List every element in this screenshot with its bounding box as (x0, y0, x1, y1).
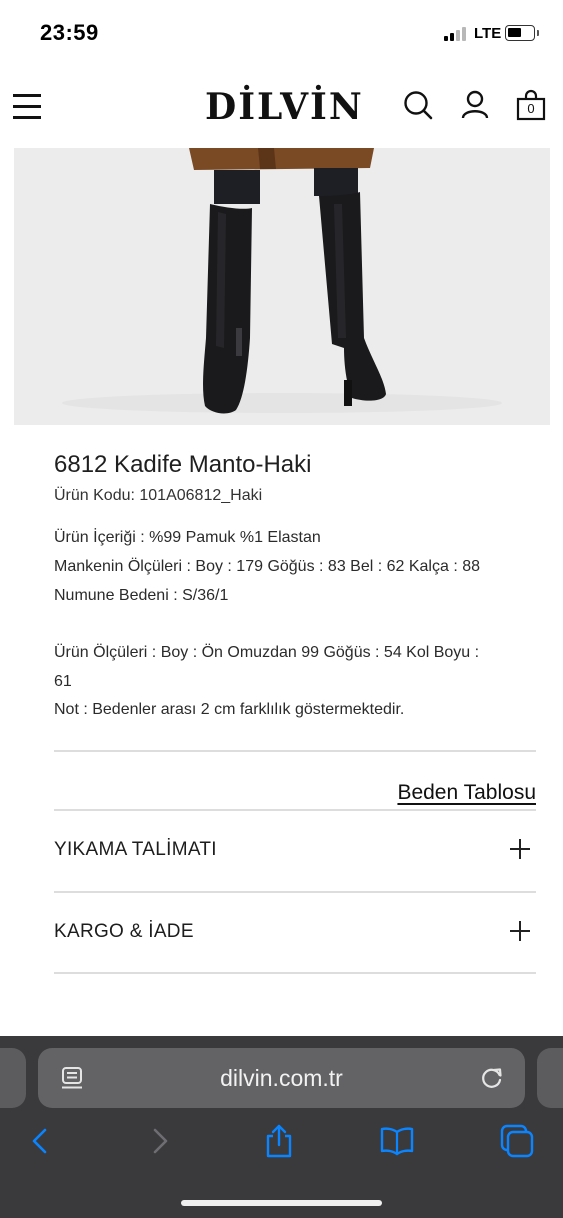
tabs-icon[interactable] (499, 1123, 535, 1159)
cart-count: 0 (527, 101, 535, 116)
search-icon[interactable] (401, 88, 435, 122)
plus-icon[interactable] (510, 921, 530, 941)
battery-icon (505, 25, 539, 41)
accordion-label: YIKAMA TALİMATI (54, 839, 217, 860)
boots-photo (14, 148, 550, 425)
accordion-washing-instructions[interactable]: YIKAMA TALİMATI (54, 811, 536, 891)
product-measurements-continued: 61 (54, 673, 72, 690)
product-code: Ürün Kodu: 101A06812_Haki (54, 487, 263, 504)
forward-icon[interactable] (142, 1123, 178, 1159)
bookmarks-icon[interactable] (379, 1123, 415, 1159)
url-text: dilvin.com.tr (220, 1065, 343, 1091)
reload-icon[interactable] (479, 1065, 505, 1091)
previous-tab-preview[interactable] (0, 1048, 26, 1108)
product-measurements: Ürün Ölçüleri : Boy : Ön Omuzdan 99 Göğü… (54, 644, 480, 661)
plus-icon[interactable] (510, 839, 530, 859)
accordion-shipping-returns[interactable]: KARGO & İADE (54, 893, 536, 973)
network-type: LTE (474, 25, 502, 42)
product-title: 6812 Kadife Manto-Haki (54, 451, 312, 478)
back-icon[interactable] (22, 1123, 58, 1159)
browser-toolbar: dilvin.com.tr (0, 1036, 563, 1218)
next-tab-preview[interactable] (537, 1048, 563, 1108)
status-time: 23:59 (40, 20, 99, 45)
site-header: DİLVİN 0 (0, 72, 563, 146)
product-content: Ürün İçeriği : %99 Pamuk %1 Elastan (54, 529, 321, 546)
menu-icon[interactable] (13, 94, 41, 120)
status-bar: 23:59 LTE (0, 0, 563, 70)
accordion-label: KARGO & İADE (54, 921, 194, 942)
share-icon[interactable] (261, 1123, 297, 1159)
divider (54, 750, 536, 752)
account-icon[interactable] (458, 88, 492, 122)
brand-logo[interactable]: DİLVİN (205, 86, 364, 128)
cart-button[interactable]: 0 (515, 88, 547, 122)
cellular-signal-icon (444, 27, 470, 41)
product-image[interactable] (14, 148, 550, 425)
divider (54, 972, 536, 974)
size-chart-link[interactable]: Beden Tablosu (397, 781, 536, 805)
sample-size: Numune Bedeni : S/36/1 (54, 587, 229, 604)
address-bar[interactable]: dilvin.com.tr (38, 1048, 525, 1108)
size-note: Not : Bedenler arası 2 cm farklılık göst… (54, 701, 405, 718)
home-indicator[interactable] (181, 1200, 382, 1206)
model-measurements: Mankenin Ölçüleri : Boy : 179 Göğüs : 83… (54, 558, 481, 575)
